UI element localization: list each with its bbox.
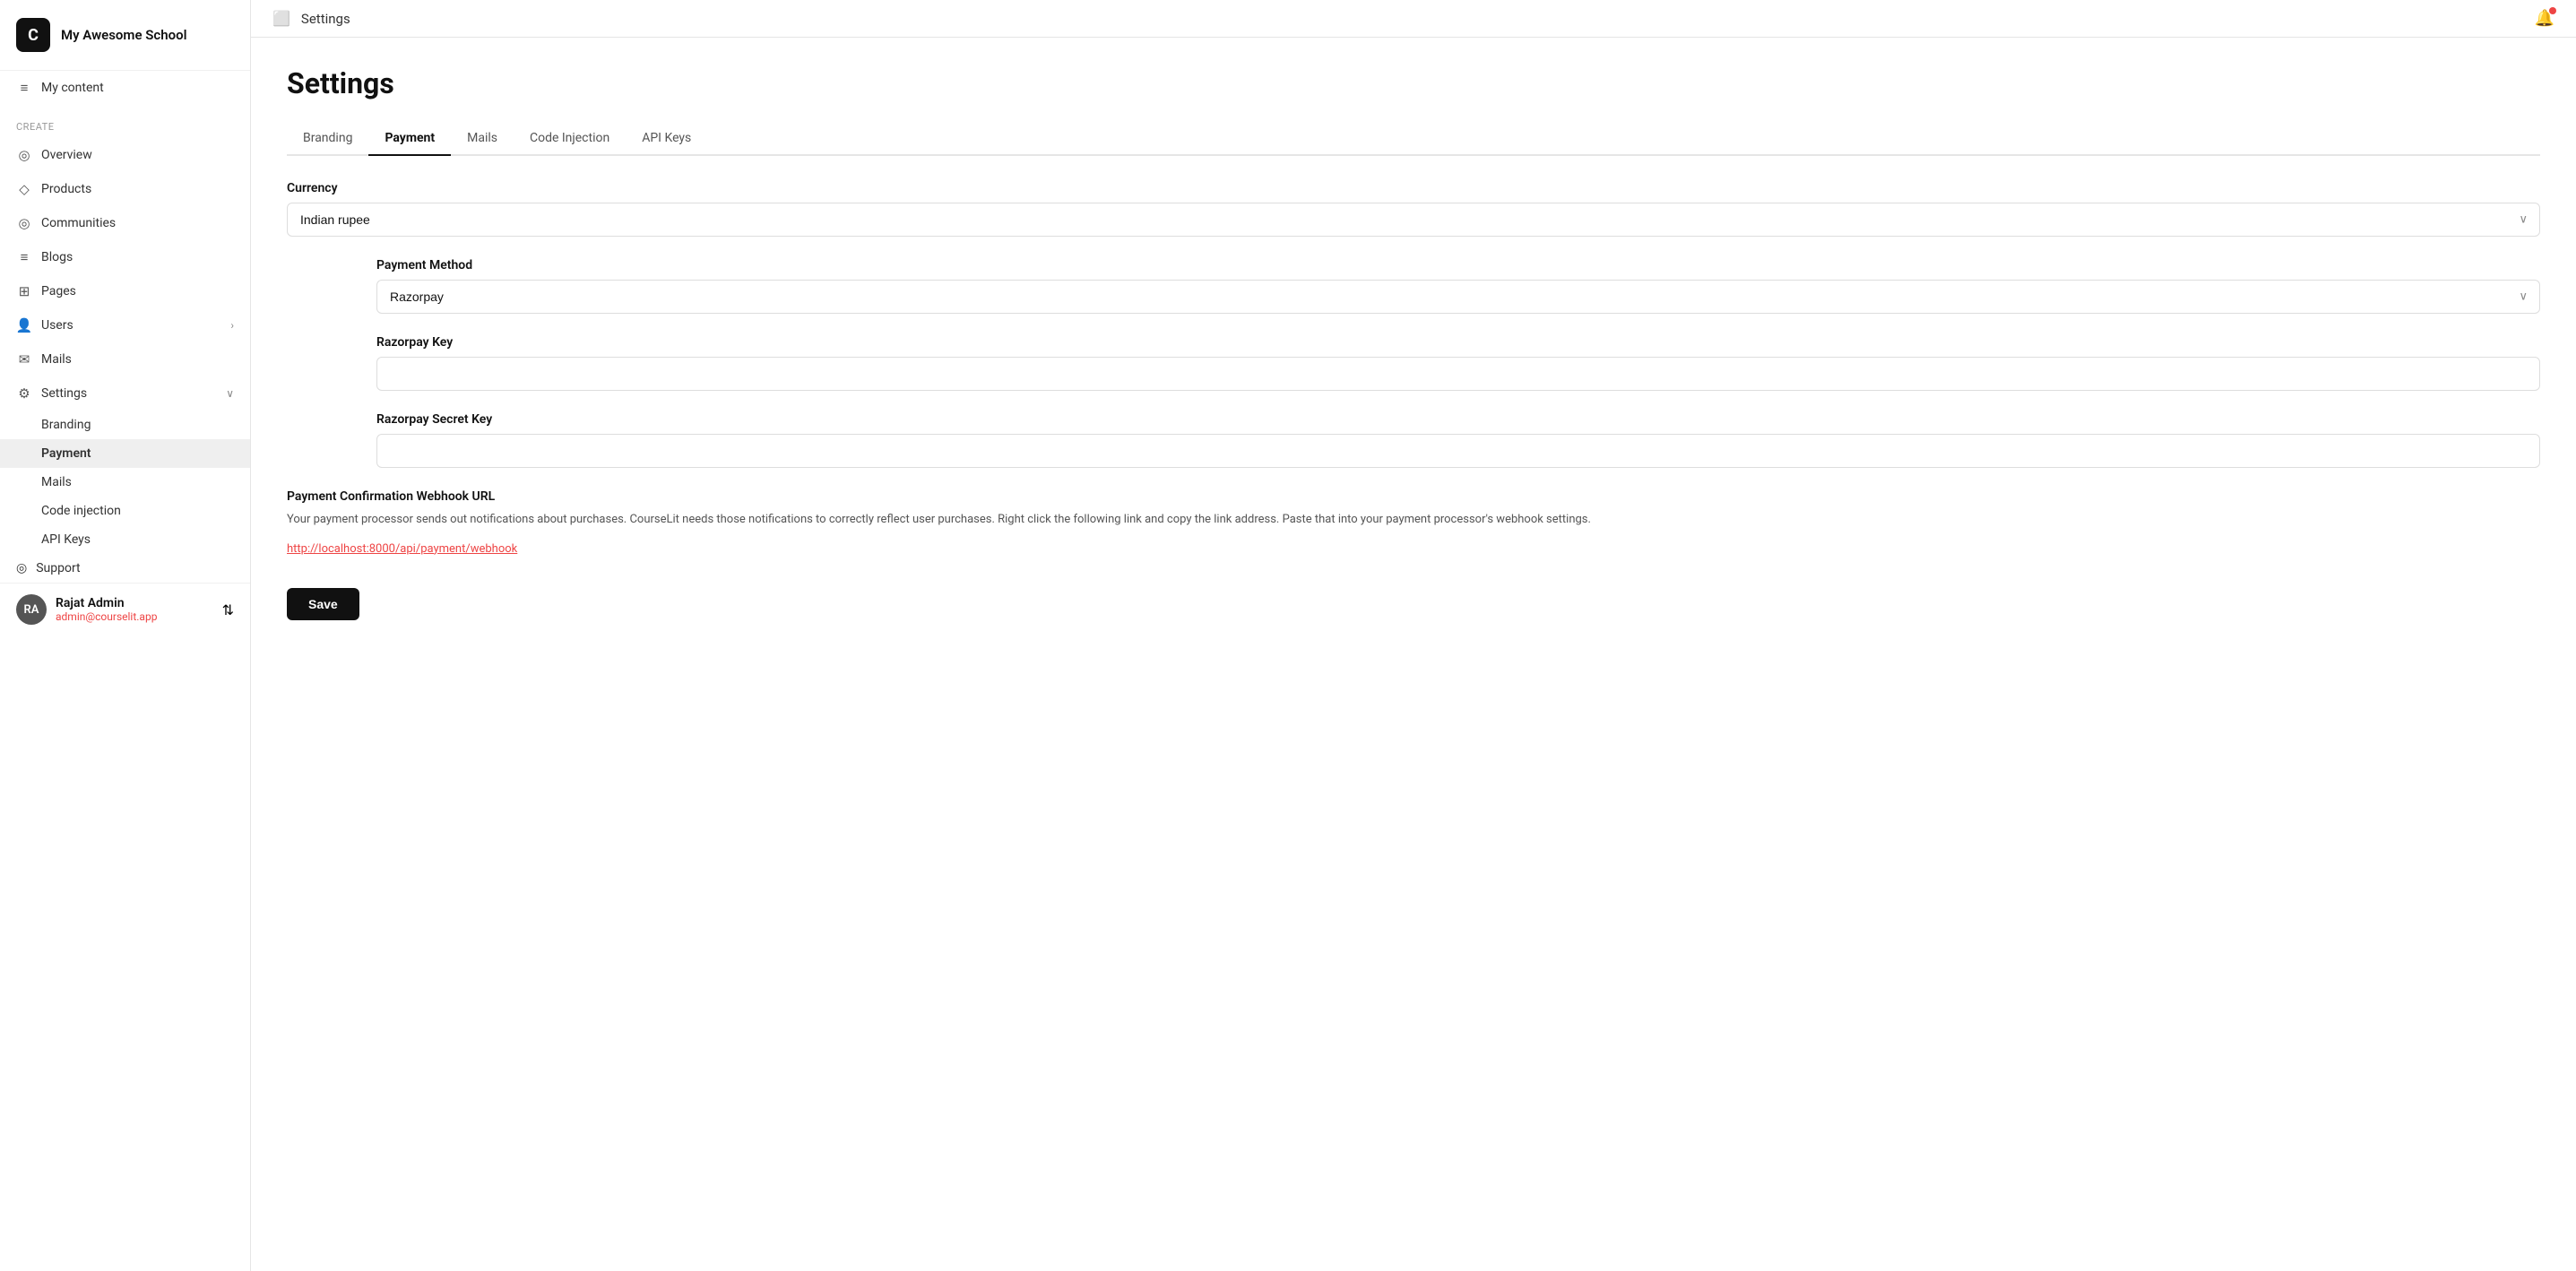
razorpay-key-input[interactable]	[376, 357, 2540, 391]
tab-api-keys[interactable]: API Keys	[626, 122, 707, 156]
tab-mails[interactable]: Mails	[451, 122, 514, 156]
blogs-icon: ≡	[16, 249, 32, 265]
sidebar-item-settings[interactable]: ⚙ Settings ∨	[0, 376, 250, 411]
user-name: Rajat Admin	[56, 596, 157, 610]
payment-method-label: Payment Method	[376, 258, 2540, 272]
tab-code-injection[interactable]: Code Injection	[514, 122, 626, 156]
sidebar-item-label: Pages	[41, 284, 76, 298]
support-icon: ◎	[16, 561, 27, 575]
sidebar-sub-payment[interactable]: Payment	[0, 439, 250, 468]
communities-icon: ◎	[16, 215, 32, 231]
webhook-title: Payment Confirmation Webhook URL	[287, 489, 2540, 504]
payment-method-section: 1 → Payment Method Razorpay ∨	[287, 258, 2540, 314]
topbar-title: Settings	[301, 11, 350, 27]
sidebar: C My Awesome School ≡ My content Create …	[0, 0, 251, 1271]
sub-label: API Keys	[41, 532, 91, 547]
sidebar-item-label: Users	[41, 318, 73, 333]
my-content-icon: ≡	[16, 80, 32, 96]
sidebar-item-label: My content	[41, 81, 104, 95]
support-label: Support	[36, 561, 80, 575]
settings-icon: ⚙	[16, 385, 32, 402]
payment-method-select-wrapper: Razorpay ∨	[376, 280, 2540, 314]
save-button[interactable]: Save	[287, 588, 359, 620]
sidebar-support[interactable]: ◎ Support	[0, 554, 250, 583]
app-name: My Awesome School	[61, 27, 186, 43]
sidebar-item-my-content[interactable]: ≡ My content	[0, 71, 250, 105]
tab-branding[interactable]: Branding	[287, 122, 368, 156]
settings-chevron-icon: ∨	[226, 387, 234, 400]
sidebar-item-label: Products	[41, 182, 91, 196]
products-icon: ◇	[16, 181, 32, 197]
sidebar-sub-code-injection[interactable]: Code injection	[0, 497, 250, 525]
razorpay-secret-section: 3 → Razorpay Secret Key	[287, 412, 2540, 468]
razorpay-key-section: 2 → Razorpay Key	[287, 335, 2540, 391]
overview-icon: ◎	[16, 147, 32, 163]
razorpay-key-label: Razorpay Key	[376, 335, 2540, 350]
topbar: ⬜ Settings 🔔	[251, 0, 2576, 38]
user-sub: admin@courselit.app	[56, 610, 157, 623]
pages-icon: ⊞	[16, 283, 32, 299]
avatar: RA	[16, 594, 47, 625]
sidebar-section-create: Create	[0, 105, 250, 138]
currency-section: Currency Indian rupee ∨	[287, 181, 2540, 237]
webhook-desc: Your payment processor sends out notific…	[287, 511, 2540, 530]
sub-label: Payment	[41, 446, 91, 461]
sidebar-item-products[interactable]: ◇ Products	[0, 172, 250, 206]
users-icon: 👤	[16, 317, 32, 333]
sidebar-item-blogs[interactable]: ≡ Blogs	[0, 240, 250, 274]
sub-label: Branding	[41, 418, 91, 432]
sub-label: Code injection	[41, 504, 121, 518]
page-title: Settings	[287, 66, 2540, 100]
bell-button[interactable]: 🔔	[2535, 9, 2554, 28]
users-chevron-icon: ›	[230, 319, 234, 332]
razorpay-secret-input[interactable]	[376, 434, 2540, 468]
sidebar-item-users[interactable]: 👤 Users ›	[0, 308, 250, 342]
sidebar-item-label: Settings	[41, 386, 87, 401]
currency-label: Currency	[287, 181, 2540, 195]
webhook-section: Payment Confirmation Webhook URL Your pa…	[287, 489, 2540, 556]
sidebar-item-pages[interactable]: ⊞ Pages	[0, 274, 250, 308]
sidebar-toggle-icon[interactable]: ⬜	[272, 10, 290, 27]
sidebar-sub-api-keys[interactable]: API Keys	[0, 525, 250, 554]
currency-select-wrapper: Indian rupee ∨	[287, 203, 2540, 237]
bell-notification-dot	[2549, 7, 2556, 14]
logo-box: C	[16, 18, 50, 52]
main-content: ⬜ Settings 🔔 Settings Branding Payment M…	[251, 0, 2576, 1271]
sidebar-item-label: Overview	[41, 148, 92, 162]
app-logo[interactable]: C My Awesome School	[0, 0, 250, 71]
tab-payment[interactable]: Payment	[368, 122, 451, 156]
sidebar-item-label: Communities	[41, 216, 116, 230]
razorpay-secret-label: Razorpay Secret Key	[376, 412, 2540, 427]
sidebar-sub-mails[interactable]: Mails	[0, 468, 250, 497]
user-chevron-icon: ⇅	[222, 601, 234, 618]
logo-letter: C	[28, 26, 39, 45]
sidebar-item-label: Mails	[41, 352, 72, 367]
sidebar-sub-branding[interactable]: Branding	[0, 411, 250, 439]
content-area: Settings Branding Payment Mails Code Inj…	[251, 38, 2576, 1271]
sidebar-item-mails[interactable]: ✉ Mails	[0, 342, 250, 376]
sidebar-item-label: Blogs	[41, 250, 73, 264]
sub-label: Mails	[41, 475, 72, 489]
sidebar-item-overview[interactable]: ◎ Overview	[0, 138, 250, 172]
settings-tabs: Branding Payment Mails Code Injection AP…	[287, 122, 2540, 156]
sidebar-item-communities[interactable]: ◎ Communities	[0, 206, 250, 240]
webhook-url-link[interactable]: http://localhost:8000/api/payment/webhoo…	[287, 542, 517, 556]
currency-select[interactable]: Indian rupee	[287, 203, 2540, 237]
user-row[interactable]: RA Rajat Admin admin@courselit.app ⇅	[0, 583, 250, 636]
mails-icon: ✉	[16, 351, 32, 367]
payment-method-select[interactable]: Razorpay	[376, 280, 2540, 314]
